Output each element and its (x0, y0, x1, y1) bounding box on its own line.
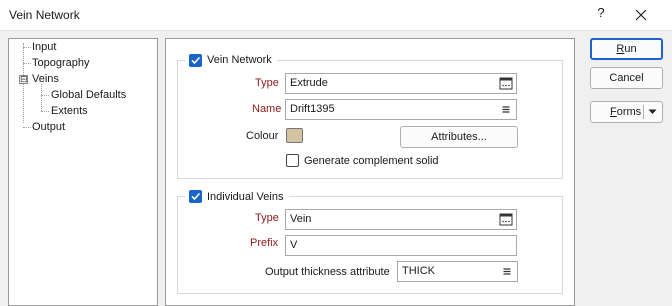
split-divider (643, 105, 644, 119)
window-title: Vein Network (9, 8, 80, 22)
collapse-icon[interactable]: ⊟ (19, 75, 28, 84)
close-button[interactable] (630, 4, 652, 26)
tree-connector (23, 47, 31, 48)
tree-item-global-defaults[interactable]: Global Defaults (51, 89, 126, 101)
title-bar: Vein Network ? (0, 0, 672, 31)
individual-veins-group-label: Individual Veins (207, 191, 284, 203)
forms-button[interactable]: Forms (590, 101, 663, 123)
checkmark-icon (191, 192, 201, 201)
forms-accelerator: F (610, 106, 617, 118)
tree-connector (41, 84, 42, 111)
name-field[interactable]: Drift1395 (285, 99, 517, 120)
navigation-tree: Input Topography ⊟ Veins Global Defaults… (8, 38, 158, 306)
prefix-label: Prefix (250, 237, 279, 249)
checkmark-icon (191, 56, 201, 65)
name-label: Name (252, 103, 282, 115)
vein-network-checkbox[interactable] (189, 54, 202, 67)
vein-type-label: Type (255, 212, 279, 224)
prefix-field[interactable]: V (285, 235, 517, 256)
tree-item-output[interactable]: Output (32, 121, 65, 133)
tree-connector (23, 127, 31, 128)
output-panel: Vein Network Type Extrude Name Drift1395… (165, 38, 575, 306)
type-value: Extrude (290, 77, 328, 89)
vein-type-field[interactable]: Vein (285, 209, 517, 230)
thickness-attribute-field[interactable]: THICK (397, 261, 518, 282)
type-field[interactable]: Extrude (285, 73, 517, 94)
close-icon (635, 9, 647, 21)
colour-swatch[interactable] (286, 128, 303, 143)
run-label: un (624, 43, 637, 55)
run-button[interactable]: Run (590, 38, 663, 60)
tree-item-topography[interactable]: Topography (32, 57, 90, 69)
prefix-value: V (290, 239, 298, 251)
list-icon[interactable] (499, 103, 513, 116)
chevron-down-icon[interactable] (648, 109, 657, 115)
tree-connector (23, 63, 31, 64)
type-label: Type (255, 77, 279, 89)
attributes-button[interactable]: Attributes... (400, 126, 518, 148)
complement-solid-checkbox[interactable] (286, 154, 299, 167)
name-value: Drift1395 (290, 103, 335, 115)
vein-type-value: Vein (290, 213, 312, 225)
help-button[interactable]: ? (592, 5, 610, 25)
forms-label: orms (616, 106, 642, 118)
vein-network-group-label: Vein Network (207, 54, 272, 66)
browse-icon[interactable] (499, 77, 513, 90)
tree-item-input[interactable]: Input (32, 41, 56, 53)
thickness-attribute-value: THICK (402, 265, 435, 277)
individual-veins-checkbox[interactable] (189, 190, 202, 203)
tree-item-extents[interactable]: Extents (51, 105, 88, 117)
thickness-attribute-label: Output thickness attribute (265, 266, 390, 278)
browse-icon[interactable] (499, 213, 513, 226)
colour-label: Colour (246, 130, 279, 142)
complement-solid-label: Generate complement solid (304, 155, 439, 167)
tree-item-veins[interactable]: Veins (32, 73, 59, 85)
tree-connector (41, 111, 49, 112)
cancel-button[interactable]: Cancel (590, 67, 663, 89)
tree-connector (41, 95, 49, 96)
list-icon[interactable] (500, 265, 514, 278)
